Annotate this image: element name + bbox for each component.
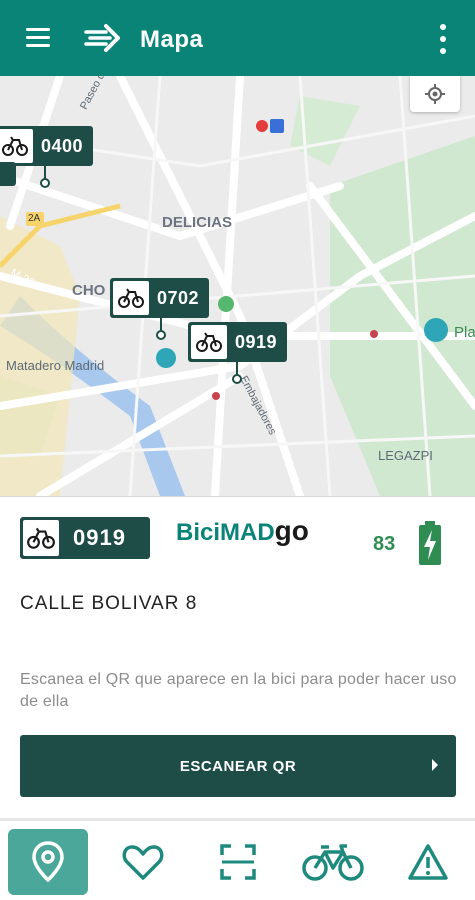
- marker-number: 0400: [41, 135, 84, 156]
- bike-marker-selected[interactable]: 0919: [188, 322, 288, 384]
- bike-marker[interactable]: 0702: [110, 278, 210, 340]
- bike-number: 0919: [73, 525, 126, 550]
- heart-icon: [122, 845, 164, 880]
- bicycle-icon: [23, 520, 59, 556]
- my-location-icon: [425, 84, 445, 104]
- battery-charging-icon: [419, 521, 441, 565]
- more-vert-icon[interactable]: [432, 22, 454, 56]
- bike-marker[interactable]: 0400: [0, 126, 94, 188]
- map-label-pla: Pla: [454, 324, 475, 341]
- top-app-bar: Mapa: [0, 0, 475, 76]
- bike-marker-partial[interactable]: [0, 162, 16, 186]
- map-label-cho: CHO: [72, 282, 106, 299]
- map-label-2a: 2A: [28, 213, 41, 224]
- map-pin-icon: [32, 841, 64, 883]
- map-label-legazpi: LEGAZPI: [378, 448, 433, 463]
- brand-part-1: BiciMAD: [176, 519, 275, 546]
- marker-number: 0702: [157, 287, 200, 308]
- nav-scan[interactable]: [198, 829, 278, 895]
- qr-scan-icon: [220, 844, 256, 880]
- bottom-navigation: [0, 818, 475, 900]
- warning-icon: [408, 844, 448, 880]
- bicimad-go-logo: BiciMADgo: [176, 515, 309, 547]
- chevron-right-icon: [432, 759, 438, 771]
- nav-map[interactable]: [8, 829, 88, 895]
- bicimad-arrow-logo-icon: [84, 24, 120, 52]
- nav-report[interactable]: [388, 829, 468, 895]
- bike-address: CALLE BOLIVAR 8: [20, 593, 198, 614]
- battery-level: 83: [373, 533, 396, 555]
- nav-favorites[interactable]: [103, 829, 183, 895]
- scan-qr-label: ESCANEAR QR: [179, 757, 297, 775]
- bicycle-icon: [302, 844, 364, 881]
- hamburger-menu-icon[interactable]: [22, 24, 54, 52]
- scan-qr-button[interactable]: ESCANEAR QR: [20, 735, 456, 797]
- map-label-matadero: Matadero Madrid: [6, 358, 105, 373]
- my-location-button[interactable]: [410, 76, 460, 112]
- bicycle-icon: [113, 281, 149, 315]
- scan-hint-text: Escanea el QR que aparece en la bici par…: [20, 671, 457, 710]
- bike-detail-sheet: 0919 BiciMADgo 83 CALLE BOLIVAR 8 Escane…: [0, 496, 475, 818]
- brand-part-2: go: [274, 515, 309, 546]
- bicycle-icon: [0, 129, 33, 163]
- marker-number: 0919: [235, 331, 278, 352]
- map-label-delicias: DELICIAS: [162, 214, 233, 231]
- map-view[interactable]: DELICIAS CHO Matadero Madrid LEGAZPI Pla…: [0, 76, 475, 496]
- page-title: Mapa: [140, 26, 204, 53]
- bike-number-tag: 0919: [20, 517, 150, 559]
- bicycle-icon: [191, 325, 227, 359]
- nav-bikes[interactable]: [293, 829, 373, 895]
